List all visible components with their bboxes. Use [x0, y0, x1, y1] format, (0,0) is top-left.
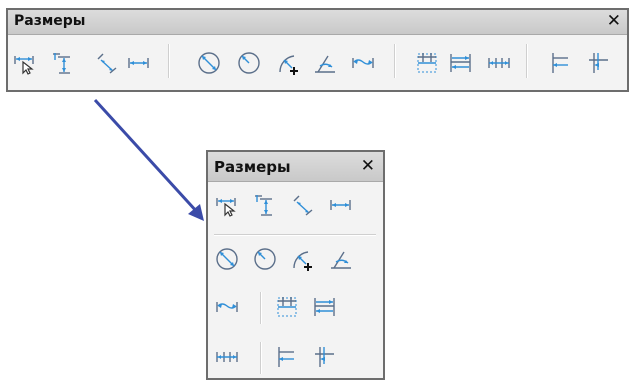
pointer-arrow [93, 98, 204, 221]
